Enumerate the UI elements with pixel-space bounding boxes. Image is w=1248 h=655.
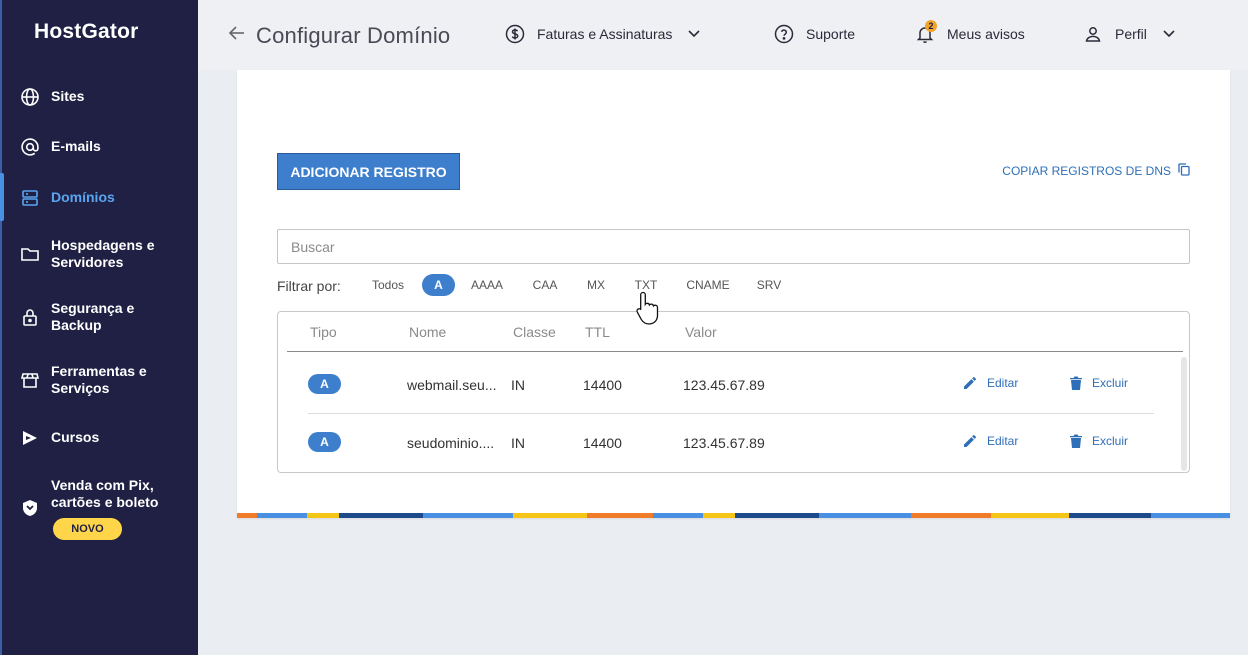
shield-icon bbox=[19, 497, 41, 519]
sidebar-item-label: Segurança e Backup bbox=[51, 300, 135, 333]
back-arrow-icon[interactable] bbox=[228, 24, 246, 47]
store-icon bbox=[19, 369, 41, 391]
hand-pointer-cursor-icon bbox=[636, 290, 662, 331]
copy-dns-label: COPIAR REGISTROS DE DNS bbox=[1002, 164, 1171, 178]
notification-count: 2 bbox=[925, 20, 937, 32]
table-row: A seudominio.... IN 14400 123.45.67.89 E… bbox=[278, 414, 1178, 472]
sidebar-item-label: Hospedagens e Servidores bbox=[51, 237, 155, 270]
hostgator-logo[interactable]: HostGator bbox=[34, 20, 138, 44]
user-icon bbox=[1083, 24, 1103, 44]
folder-icon bbox=[19, 243, 41, 265]
sidebar: HostGator Sites E-mails Domínios Hospeda… bbox=[0, 0, 198, 655]
column-header-nome[interactable]: Nome bbox=[409, 324, 446, 340]
sidebar-item-sites[interactable]: Sites bbox=[2, 86, 198, 108]
filter-chip-aaaa[interactable]: AAAA bbox=[463, 274, 511, 296]
header-divider bbox=[287, 351, 1183, 352]
filter-chip-a[interactable]: A bbox=[422, 274, 455, 296]
delete-button[interactable]: Excluir bbox=[1070, 434, 1128, 448]
delete-label: Excluir bbox=[1092, 376, 1129, 390]
sidebar-item-cursos[interactable]: Cursos bbox=[2, 429, 198, 446]
support-label: Suporte bbox=[806, 26, 856, 42]
dollar-circle-icon bbox=[505, 24, 525, 44]
dns-records-table: Tipo Nome Classe TTL Valor A webmail.seu… bbox=[277, 311, 1190, 473]
edit-label: Editar bbox=[987, 434, 1019, 448]
trash-icon bbox=[1070, 434, 1082, 448]
filter-chip-mx[interactable]: MX bbox=[579, 274, 613, 296]
copy-icon bbox=[1171, 163, 1190, 179]
filter-label: Filtrar por: bbox=[277, 278, 341, 294]
record-ttl: 14400 bbox=[583, 435, 622, 451]
filter-chip-srv[interactable]: SRV bbox=[752, 274, 786, 296]
sidebar-item-label: Sites bbox=[51, 88, 85, 104]
record-ttl: 14400 bbox=[583, 377, 622, 393]
record-value: 123.45.67.89 bbox=[683, 377, 765, 393]
record-type-badge: A bbox=[308, 432, 341, 452]
bell-icon: 2 bbox=[915, 20, 937, 44]
profile-menu[interactable]: Perfil bbox=[1083, 24, 1175, 44]
support-link[interactable]: Suporte bbox=[774, 24, 855, 44]
record-name: webmail.seu... bbox=[407, 377, 497, 393]
sidebar-item-seguranca[interactable]: Segurança e Backup bbox=[2, 300, 198, 334]
delete-button[interactable]: Excluir bbox=[1070, 376, 1128, 390]
table-row: A webmail.seu... IN 14400 123.45.67.89 E… bbox=[278, 356, 1178, 414]
notices-label: Meus avisos bbox=[947, 26, 1025, 42]
table-scrollbar[interactable] bbox=[1181, 357, 1187, 471]
lock-icon bbox=[19, 306, 41, 328]
billing-menu[interactable]: Faturas e Assinaturas bbox=[505, 24, 700, 44]
at-icon bbox=[19, 136, 41, 158]
pencil-icon bbox=[964, 376, 977, 389]
pencil-icon bbox=[964, 434, 977, 447]
sidebar-item-label: Venda com Pix, cartões e boleto bbox=[51, 477, 159, 510]
trash-icon bbox=[1070, 376, 1082, 390]
add-record-button[interactable]: ADICIONAR REGISTRO bbox=[277, 153, 460, 190]
edit-label: Editar bbox=[987, 376, 1019, 390]
edit-button[interactable]: Editar bbox=[963, 376, 1018, 390]
dns-records-card: ADICIONAR REGISTRO COPIAR REGISTROS DE D… bbox=[237, 70, 1230, 518]
filter-chip-caa[interactable]: CAA bbox=[527, 274, 563, 296]
globe-icon bbox=[19, 86, 41, 108]
play-icon bbox=[19, 427, 41, 449]
notices-link[interactable]: 2 Meus avisos bbox=[915, 20, 1025, 44]
sidebar-item-dominios[interactable]: Domínios bbox=[0, 173, 198, 221]
sidebar-item-label: E-mails bbox=[51, 138, 101, 154]
brand-stripe bbox=[237, 513, 1230, 518]
delete-label: Excluir bbox=[1092, 434, 1129, 448]
sidebar-item-venda-pix[interactable]: Venda com Pix, cartões e boleto bbox=[2, 477, 198, 516]
sidebar-item-label: Cursos bbox=[51, 429, 100, 445]
chevron-down-icon bbox=[688, 30, 700, 38]
sidebar-item-emails[interactable]: E-mails bbox=[2, 136, 198, 158]
record-value: 123.45.67.89 bbox=[683, 435, 765, 451]
column-header-classe[interactable]: Classe bbox=[513, 324, 556, 340]
page-title: Configurar Domínio bbox=[256, 23, 451, 48]
record-class: IN bbox=[511, 435, 525, 451]
edit-button[interactable]: Editar bbox=[963, 434, 1018, 448]
filter-chip-cname[interactable]: CNAME bbox=[682, 274, 734, 296]
chevron-down-icon bbox=[1163, 30, 1175, 38]
column-header-tipo[interactable]: Tipo bbox=[310, 324, 337, 340]
sidebar-item-label: Domínios bbox=[51, 189, 115, 205]
record-name: seudominio.... bbox=[407, 435, 495, 451]
billing-label: Faturas e Assinaturas bbox=[537, 26, 673, 42]
sidebar-item-hospedagens[interactable]: Hospedagens e Servidores bbox=[2, 237, 198, 271]
record-type-badge: A bbox=[308, 374, 341, 394]
filter-chip-todos[interactable]: Todos bbox=[363, 274, 413, 296]
column-header-ttl[interactable]: TTL bbox=[585, 324, 610, 340]
top-header: Configurar Domínio Faturas e Assinaturas… bbox=[198, 0, 1248, 70]
sidebar-item-label: Ferramentas e Serviços bbox=[51, 363, 147, 396]
sidebar-item-ferramentas[interactable]: Ferramentas e Serviços bbox=[2, 363, 198, 397]
column-header-valor[interactable]: Valor bbox=[685, 324, 717, 340]
search-input[interactable] bbox=[277, 229, 1190, 264]
copy-dns-records-link[interactable]: COPIAR REGISTROS DE DNS bbox=[1002, 163, 1190, 179]
profile-label: Perfil bbox=[1115, 26, 1147, 42]
record-class: IN bbox=[511, 377, 525, 393]
help-circle-icon bbox=[774, 24, 794, 44]
novo-badge: NOVO bbox=[53, 518, 122, 540]
server-icon bbox=[19, 187, 41, 209]
